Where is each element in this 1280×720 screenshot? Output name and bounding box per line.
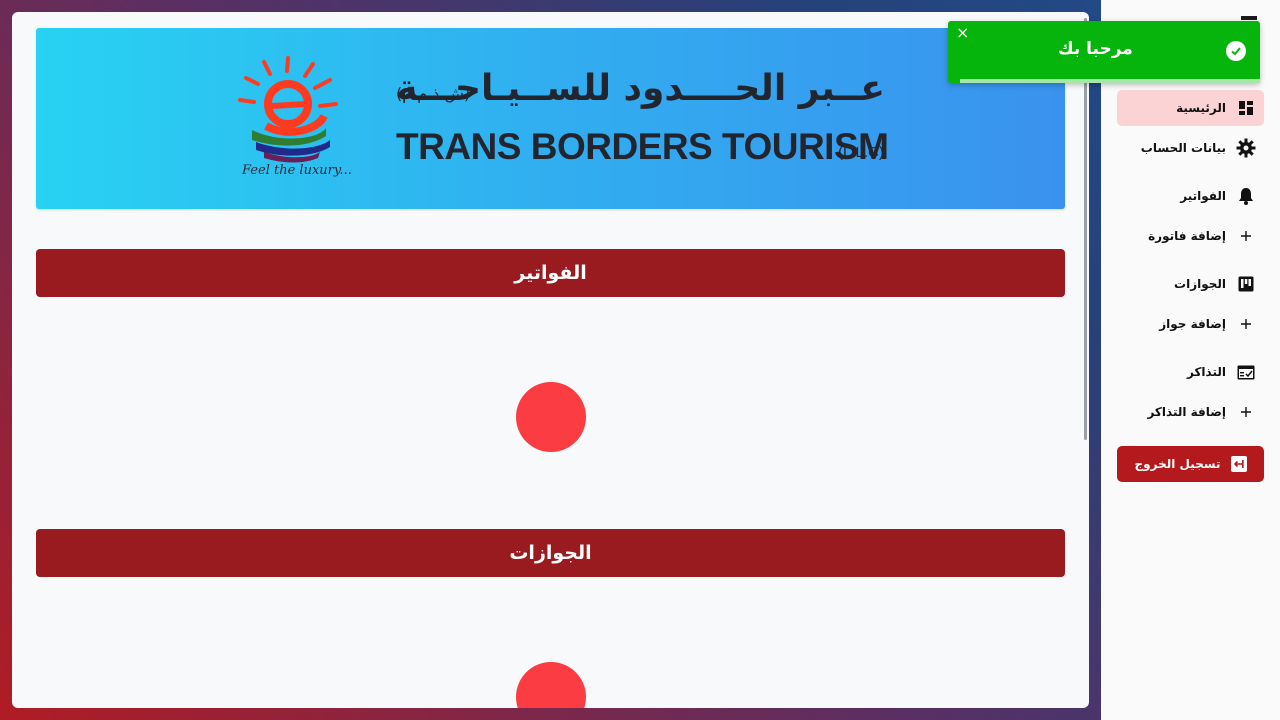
menu-toggle-icon[interactable]	[1241, 16, 1257, 20]
brand-english-name: TRANS BORDERS TOURISM	[396, 126, 889, 167]
company-banner: Feel the luxury... (ش.ذ.م.م) عــبر الحــ…	[36, 28, 1065, 209]
invoices-section-header: الفواتير	[36, 249, 1065, 297]
sidebar-item-add-tickets[interactable]: إضافة التذاكر	[1117, 394, 1264, 430]
sidebar-item-label: الرئيسية	[1176, 101, 1226, 115]
gear-icon	[1236, 138, 1256, 158]
plus-icon	[1236, 314, 1256, 334]
calendar-check-icon	[1236, 362, 1256, 382]
sidebar-item-home[interactable]: الرئيسية	[1117, 90, 1264, 126]
sidebar-item-label: إضافة فاتورة	[1148, 229, 1226, 243]
brand-english-suffix: (L.L.C)	[838, 144, 884, 161]
toast-progress-bar	[960, 79, 1260, 83]
brand-arabic-name: عــبر الحــــدود للســيـاحـــة	[396, 68, 885, 109]
sidebar-item-label: الجوازات	[1174, 277, 1226, 291]
loading-spinner	[516, 662, 586, 708]
main-panel: Feel the luxury... (ش.ذ.م.م) عــبر الحــ…	[12, 12, 1089, 708]
sidebar-item-add-passport[interactable]: إضافة جواز	[1117, 306, 1264, 342]
sidebar: الرئيسية بيانات الحساب الفواتير إضافة فا…	[1101, 0, 1280, 720]
sidebar-item-passports[interactable]: الجوازات	[1117, 266, 1264, 302]
loading-spinner	[516, 382, 586, 452]
logout-label: تسجيل الخروج	[1134, 457, 1221, 471]
passports-section-header: الجوازات	[36, 529, 1065, 577]
welcome-toast: × مرحبا بك	[948, 21, 1260, 83]
sidebar-item-invoices[interactable]: الفواتير	[1117, 178, 1264, 214]
logout-button[interactable]: تسجيل الخروج	[1117, 446, 1264, 482]
close-icon[interactable]: ×	[956, 25, 969, 41]
plus-icon	[1236, 226, 1256, 246]
board-icon	[1236, 274, 1256, 294]
sidebar-item-tickets[interactable]: التذاكر	[1117, 354, 1264, 390]
sidebar-item-label: التذاكر	[1186, 365, 1226, 379]
sidebar-item-label: إضافة التذاكر	[1147, 405, 1226, 419]
toast-message: مرحبا بك	[1058, 39, 1133, 59]
sidebar-item-label: الفواتير	[1180, 189, 1226, 203]
sidebar-item-add-invoice[interactable]: إضافة فاتورة	[1117, 218, 1264, 254]
dashboard-icon	[1236, 98, 1256, 118]
sidebar-item-label: إضافة جواز	[1159, 317, 1226, 331]
sidebar-item-account[interactable]: بيانات الحساب	[1117, 130, 1264, 166]
logout-icon	[1230, 456, 1247, 472]
bell-icon	[1236, 186, 1256, 206]
sidebar-item-label: بيانات الحساب	[1140, 141, 1226, 155]
plus-icon	[1236, 402, 1256, 422]
check-circle-icon	[1226, 41, 1246, 61]
brand-slogan: Feel the luxury...	[242, 163, 352, 178]
